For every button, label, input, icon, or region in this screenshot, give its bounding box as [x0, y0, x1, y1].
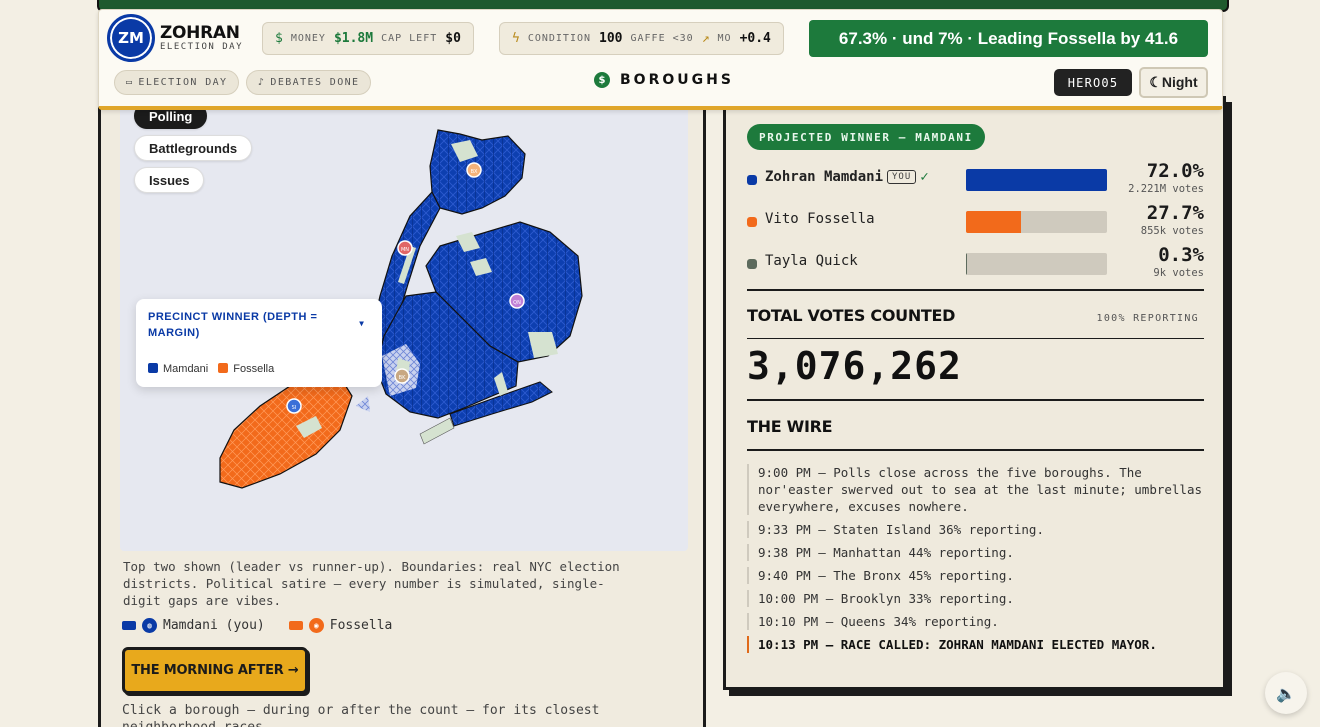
map-legend[interactable]: PRECINCT WINNER (DEPTH = MARGIN) ▼ Mamda… — [136, 299, 382, 387]
mode-battlegrounds[interactable]: Battlegrounds — [134, 135, 253, 161]
total-votes-value: 3,076,262 — [747, 344, 962, 388]
check-icon: ✓ — [920, 169, 929, 185]
click-note: Click a borough — during or after the co… — [122, 703, 600, 727]
fossella-swatch — [288, 621, 303, 630]
wire-item: 9:40 PM — The Bronx 45% reporting. — [747, 567, 1207, 584]
chip-debates-done[interactable]: ♪ DEBATES DONE — [246, 70, 372, 95]
map-footnote: Top two shown (leader vs runner-up). Bou… — [123, 559, 620, 608]
calendar-icon: ▭ — [126, 77, 134, 88]
marker-bx: BX — [466, 162, 482, 178]
marker-si: SI — [286, 398, 302, 414]
boroughs-icon: $ — [594, 72, 610, 88]
candidate-dot — [747, 259, 757, 269]
globe-icon: ◍ — [142, 618, 157, 633]
brand-subtitle: ELECTION DAY — [160, 42, 244, 52]
candidate-votes: 9k votes — [1153, 267, 1204, 279]
logo[interactable]: ZM — [107, 14, 155, 62]
svg-text:BK: BK — [399, 375, 406, 381]
mode-issues[interactable]: Issues — [134, 167, 205, 193]
speaker-icon[interactable]: 🔈 — [1265, 672, 1307, 714]
wire-item-race-called: 10:13 PM — RACE CALLED: ZOHRAN MAMDANI E… — [747, 636, 1207, 653]
candidate-row-quick: Tayla Quick 0.3% 9k votes — [747, 244, 1204, 290]
candidate-name: Tayla Quick — [765, 253, 858, 269]
money-value: $1.8M — [333, 31, 374, 46]
key-mamdani: Mamdani (you) — [163, 618, 265, 633]
divider — [747, 449, 1204, 451]
legend-title: PRECINCT WINNER (DEPTH = MARGIN) — [148, 311, 318, 339]
night-mode-toggle[interactable]: ☾Night — [1139, 67, 1208, 98]
brand-name: ZOHRAN — [160, 23, 240, 43]
condition-stats: ϟ CONDITION 100 GAFFE <30 ↗ MO +0.4 — [499, 22, 784, 55]
svg-text:QN: QN — [513, 300, 521, 306]
section-title: $ BOROUGHS — [594, 72, 734, 88]
vote-bar — [966, 253, 1107, 275]
money-stats: $ MONEY $1.8M CAP LEFT $0 — [262, 22, 474, 55]
candidate-pct: 0.3% — [1158, 244, 1204, 266]
svg-text:MN: MN — [401, 247, 409, 253]
headline-banner: 67.3% · und 7% · Leading Fossella by 41.… — [809, 20, 1208, 57]
candidate-pct: 72.0% — [1146, 160, 1204, 182]
lightning-icon: ϟ — [512, 31, 520, 46]
condition-value: 100 — [599, 31, 623, 46]
mask-icon: ◉ — [308, 618, 324, 633]
condition-label: CONDITION — [527, 33, 592, 44]
you-tag: YOU — [887, 170, 917, 184]
top-header: ZM ZOHRAN ELECTION DAY $ MONEY $1.8M CAP… — [98, 9, 1223, 110]
candidate-name: Zohran Mamdani YOU ✓ — [765, 169, 929, 185]
candidate-name: Vito Fossella — [765, 211, 875, 227]
wire-item: 10:00 PM — Brooklyn 33% reporting. — [747, 590, 1207, 607]
candidate-votes: 855k votes — [1140, 225, 1204, 237]
wire-item: 9:38 PM — Manhattan 44% reporting. — [747, 544, 1207, 561]
microphone-icon: ♪ — [258, 77, 266, 88]
mo-label: MO — [717, 33, 732, 44]
morning-after-button[interactable]: THE MORNING AFTER → — [122, 647, 308, 694]
results-panel: PROJECTED WINNER — MAMDANI Zohran Mamdan… — [723, 96, 1226, 690]
candidate-dot — [747, 175, 757, 185]
legend-item-fossella: Fossella — [218, 363, 274, 375]
borough-staten-island — [219, 371, 353, 489]
mo-value: +0.4 — [739, 31, 771, 46]
total-votes-title: TOTAL VOTES COUNTED — [747, 306, 956, 325]
legend-item-mamdani: Mamdani — [148, 363, 208, 375]
candidate-dot — [747, 217, 757, 227]
svg-text:BX: BX — [471, 169, 478, 175]
chip-election-day[interactable]: ▭ ELECTION DAY — [114, 70, 240, 95]
candidate-votes: 2.221M votes — [1128, 183, 1204, 195]
candidate-row-mamdani: Zohran Mamdani YOU ✓ 72.0% 2.221M votes — [747, 160, 1204, 206]
wire-item: 9:33 PM — Staten Island 36% reporting. — [747, 521, 1207, 538]
divider — [747, 289, 1204, 291]
trend-up-icon: ↗ — [701, 31, 710, 46]
wire-item: 10:10 PM — Queens 34% reporting. — [747, 613, 1207, 630]
news-wire: 9:00 PM — Polls close across the five bo… — [747, 464, 1207, 659]
marker-qn: QN — [509, 293, 525, 309]
vote-bar — [966, 169, 1107, 191]
gaffe-label: GAFFE <30 — [630, 33, 694, 44]
borough-map[interactable]: BX MN QN BK SI Polling Battlegrounds Iss… — [120, 96, 688, 551]
hero-tag[interactable]: HERO05 — [1054, 69, 1132, 96]
candidate-pct: 27.7% — [1146, 202, 1204, 224]
wire-title: THE WIRE — [747, 417, 833, 436]
divider — [747, 338, 1204, 339]
divider — [747, 399, 1204, 401]
candidate-key: ◍ Mamdani (you) ◉ Fossella — [122, 618, 392, 633]
wire-item: 9:00 PM — Polls close across the five bo… — [747, 464, 1207, 515]
svg-text:SI: SI — [292, 405, 297, 411]
cap-value: $0 — [445, 31, 461, 46]
mamdani-swatch — [122, 621, 136, 630]
vote-bar — [966, 211, 1107, 233]
reporting-status: 100% REPORTING — [1096, 313, 1199, 324]
projected-winner-badge: PROJECTED WINNER — MAMDANI — [747, 124, 985, 150]
map-panel: BX MN QN BK SI Polling Battlegrounds Iss… — [98, 96, 706, 727]
money-label: MONEY — [290, 33, 326, 44]
key-fossella: Fossella — [329, 618, 393, 633]
dollar-icon: $ — [275, 31, 283, 46]
candidate-row-fossella: Vito Fossella 27.7% 855k votes — [747, 202, 1204, 248]
marker-mn: MN — [397, 240, 413, 256]
cap-label: CAP LEFT — [381, 33, 438, 44]
chevron-down-icon[interactable]: ▼ — [359, 319, 364, 328]
marker-bk: BK — [394, 368, 410, 384]
